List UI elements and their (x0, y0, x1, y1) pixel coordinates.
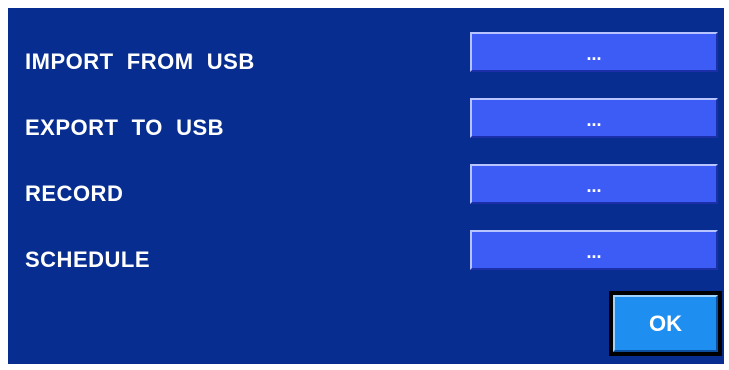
ok-button[interactable]: OK (613, 295, 718, 352)
export-to-usb-button[interactable]: ... (470, 98, 718, 138)
record-label: RECORD (25, 181, 124, 206)
ok-button-frame: OK (609, 291, 722, 356)
import-from-usb-label: IMPORT FROM USB (25, 49, 255, 74)
schedule-label: SCHEDULE (25, 247, 151, 272)
record-button[interactable]: ... (470, 164, 718, 204)
settings-panel: IMPORT FROM USB ... EXPORT TO USB ... RE… (8, 8, 724, 364)
schedule-button[interactable]: ... (470, 230, 718, 270)
export-to-usb-label: EXPORT TO USB (25, 115, 225, 140)
import-from-usb-button[interactable]: ... (470, 32, 718, 72)
